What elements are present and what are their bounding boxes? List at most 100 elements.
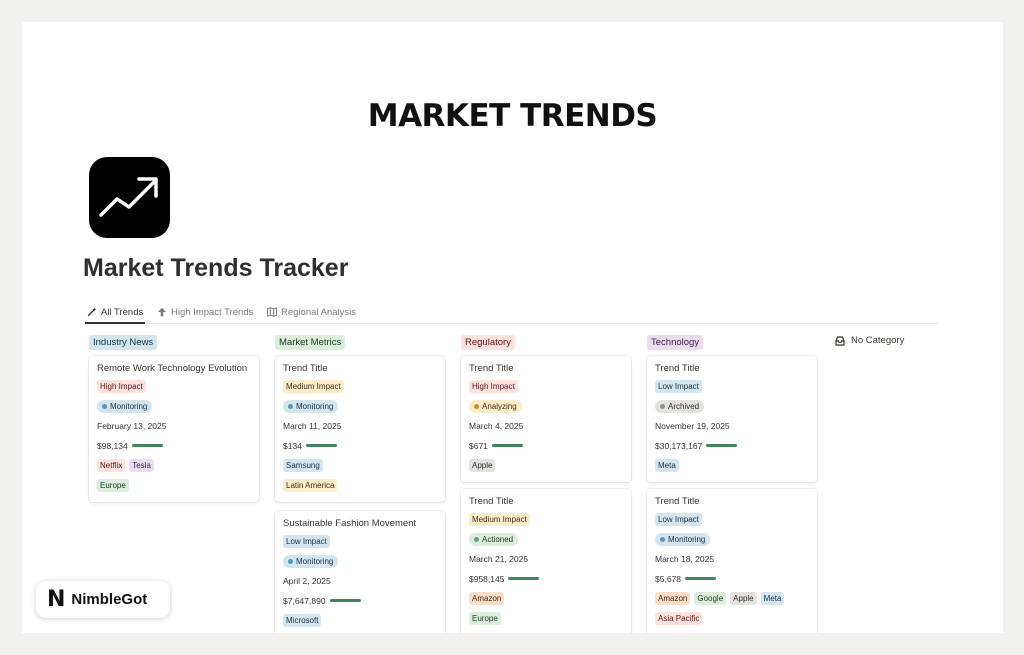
value-row: $5,678: [655, 569, 809, 589]
company-tag: Meta: [760, 592, 785, 606]
tab-regional-analysis[interactable]: Regional Analysis: [267, 303, 356, 321]
impact-tag: Low Impact: [655, 380, 702, 394]
date-value: February 13, 2025: [97, 421, 167, 432]
company-tag: Meta: [655, 459, 679, 473]
value-bar: [685, 577, 716, 581]
companies-row: Meta: [655, 456, 809, 476]
status-dot-icon: [474, 537, 479, 543]
card-title: Trend Title: [469, 363, 514, 374]
status-label: Analyzing: [482, 402, 517, 412]
market-value: $958,145: [469, 573, 505, 584]
market-value: $671: [469, 440, 488, 451]
status-badge: Monitoring: [283, 400, 339, 414]
map-icon: [267, 307, 277, 317]
trend-card[interactable]: Trend Title High Impact Analyzing March 4, …: [461, 356, 631, 483]
trend-card[interactable]: Trend Title Medium Impact Monitoring March …: [275, 356, 445, 503]
card-title: Remote Work Technology Evolution: [97, 363, 248, 374]
card-title: Trend Title: [283, 363, 328, 374]
company-tag: Samsung: [283, 459, 323, 473]
impact-row: Low Impact: [655, 377, 809, 397]
trend-card[interactable]: Trend Title Medium Impact Actioned March 21…: [461, 489, 631, 634]
date-value: March 4, 2025: [469, 421, 524, 432]
regions-row: Europe: [469, 608, 623, 628]
tab-high-impact-trends[interactable]: High Impact Trends: [157, 303, 253, 321]
status-row: Monitoring: [97, 397, 251, 417]
page: MARKET TRENDS Market Trends Tracker All …: [22, 22, 1003, 634]
column-header-market-metrics[interactable]: Market Metrics: [275, 335, 346, 350]
impact-row: High Impact: [469, 377, 623, 397]
status-row: Monitoring: [283, 552, 437, 572]
value-row: $30,173,167: [655, 436, 809, 456]
value-bar: [508, 577, 540, 581]
trend-card[interactable]: Trend Title Low Impact Archived November 19…: [647, 356, 817, 483]
status-label: Monitoring: [110, 402, 148, 412]
impact-row: Medium Impact: [283, 377, 437, 397]
trend-card[interactable]: Sustainable Fashion Movement Low Impact Mo…: [275, 511, 445, 634]
value-row: $134: [283, 436, 437, 456]
watermark-badge: N NimbleGot: [36, 581, 170, 618]
trend-up-icon[interactable]: [89, 157, 170, 238]
watermark-text: NimbleGot: [71, 591, 148, 608]
tab-all-trends[interactable]: All Trends: [84, 303, 146, 324]
date-row: February 13, 2025: [97, 416, 251, 436]
companies-row: Amazon Google Apple Meta: [655, 589, 809, 609]
page-bottom-margin: [0, 633, 1024, 655]
date-row: April 2, 2025: [283, 571, 437, 591]
companies-row: Netflix Tesla: [97, 456, 251, 476]
status-dot-icon: [288, 404, 293, 410]
page-title: Market Trends Tracker: [83, 254, 349, 282]
status-row: Monitoring: [655, 530, 809, 550]
inbox-icon: [835, 335, 845, 346]
market-value: $30,173,167: [655, 440, 703, 451]
watermark-logo: N: [47, 587, 66, 612]
status-badge: Monitoring: [655, 533, 711, 547]
impact-tag: High Impact: [97, 380, 146, 394]
company-tag: Amazon: [469, 592, 505, 606]
card-title: Sustainable Fashion Movement: [283, 518, 417, 529]
value-row: $98,134: [97, 436, 251, 456]
companies-row: Amazon: [469, 589, 623, 609]
date-row: March 18, 2025: [655, 549, 809, 569]
column-header-no-category[interactable]: No Category: [835, 335, 904, 346]
status-dot-icon: [660, 537, 665, 543]
cover-banner-text: MARKET TRENDS: [367, 98, 658, 134]
companies-row: Samsung: [283, 456, 437, 476]
status-dot-icon: [660, 404, 665, 410]
magic-wand-icon: [87, 307, 97, 317]
company-tag: Microsoft: [283, 614, 322, 628]
date-value: March 21, 2025: [469, 554, 529, 565]
region-tag: Europe: [469, 611, 501, 625]
tab-label: All Trends: [101, 306, 144, 318]
company-tag: Apple: [469, 459, 496, 473]
status-row: Archived: [655, 397, 809, 417]
value-bar: [131, 444, 163, 448]
region-tag: Latin America: [283, 478, 338, 492]
status-badge: Archived: [655, 400, 705, 414]
market-value: $134: [283, 440, 302, 451]
status-label: Actioned: [482, 535, 514, 545]
value-bar: [706, 444, 738, 448]
date-value: November 19, 2025: [655, 421, 730, 432]
status-row: Actioned: [469, 530, 623, 550]
trend-card[interactable]: Remote Work Technology Evolution High Imp…: [89, 356, 259, 503]
status-dot-icon: [102, 404, 107, 410]
company-tag: Google: [694, 592, 727, 606]
date-value: March 18, 2025: [655, 554, 715, 565]
value-bar: [491, 444, 523, 448]
company-tag: Tesla: [129, 459, 154, 473]
date-row: March 4, 2025: [469, 416, 623, 436]
tab-label: High Impact Trends: [171, 306, 254, 318]
trend-card[interactable]: Trend Title Low Impact Monitoring March 18,…: [647, 489, 817, 634]
status-label: Archived: [668, 402, 700, 412]
date-value: March 11, 2025: [283, 421, 342, 432]
column-header-regulatory[interactable]: Regulatory: [461, 335, 515, 350]
column-header-technology[interactable]: Technology: [647, 335, 704, 350]
value-bar: [305, 444, 337, 448]
value-row: $7,647,890: [283, 591, 437, 611]
column-header-industry-news[interactable]: Industry News: [89, 335, 158, 350]
impact-tag: Medium Impact: [469, 513, 530, 527]
status-dot-icon: [288, 559, 293, 565]
status-label: Monitoring: [668, 535, 706, 545]
status-badge: Monitoring: [283, 555, 339, 569]
regions-row: Latin America: [283, 475, 437, 495]
